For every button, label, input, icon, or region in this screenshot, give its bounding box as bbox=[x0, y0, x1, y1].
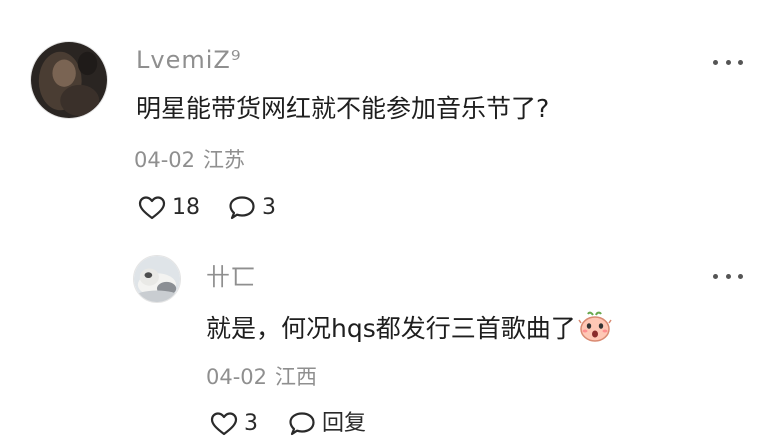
comment-reply-count: 3 bbox=[262, 195, 276, 220]
reply-location: 江西 bbox=[275, 365, 318, 389]
comment-date: 04-02 bbox=[134, 148, 196, 172]
reply-username[interactable]: 卄匸 bbox=[206, 263, 256, 291]
more-dot-icon bbox=[713, 59, 718, 65]
more-dot-icon bbox=[713, 273, 718, 279]
avatar[interactable] bbox=[30, 41, 108, 119]
comment-more-button[interactable] bbox=[713, 52, 743, 72]
avatar[interactable] bbox=[133, 255, 181, 303]
heart-icon bbox=[138, 196, 166, 220]
more-dot-icon bbox=[725, 273, 731, 279]
reply-text: 就是，何况hqs都发行三首歌曲了 bbox=[206, 314, 576, 343]
more-dot-icon bbox=[738, 59, 743, 65]
comment-username[interactable]: LvemiZ⁹ bbox=[136, 46, 241, 74]
comment-location: 江苏 bbox=[203, 148, 246, 172]
reply-reply-label: 回复 bbox=[322, 411, 367, 436]
reply-date: 04-02 bbox=[206, 365, 268, 389]
reply-meta: 04-02 江西 bbox=[206, 364, 317, 390]
shocked-face-emoji-icon bbox=[578, 311, 612, 342]
comment-meta: 04-02 江苏 bbox=[134, 147, 245, 173]
heart-icon bbox=[210, 412, 238, 436]
speech-bubble-icon bbox=[229, 196, 255, 220]
more-dot-icon bbox=[725, 59, 731, 65]
user-avatar-icon bbox=[31, 42, 107, 118]
comment-text: 明星能带货网红就不能参加音乐节了? bbox=[136, 94, 550, 123]
user-avatar-icon bbox=[134, 256, 180, 302]
speech-bubble-icon bbox=[289, 412, 315, 436]
reply-like-button[interactable]: 3 bbox=[210, 410, 258, 438]
reply-like-count: 3 bbox=[244, 411, 258, 436]
more-dot-icon bbox=[738, 273, 743, 279]
comment-like-button[interactable]: 18 bbox=[138, 194, 200, 222]
comment-reply-button[interactable]: 3 bbox=[228, 194, 276, 222]
reply-reply-button[interactable]: 回复 bbox=[288, 410, 366, 438]
reply-text-line: 就是，何况hqs都发行三首歌曲了 bbox=[206, 311, 612, 345]
reply-more-button[interactable] bbox=[713, 266, 743, 286]
comment-like-count: 18 bbox=[172, 195, 200, 220]
